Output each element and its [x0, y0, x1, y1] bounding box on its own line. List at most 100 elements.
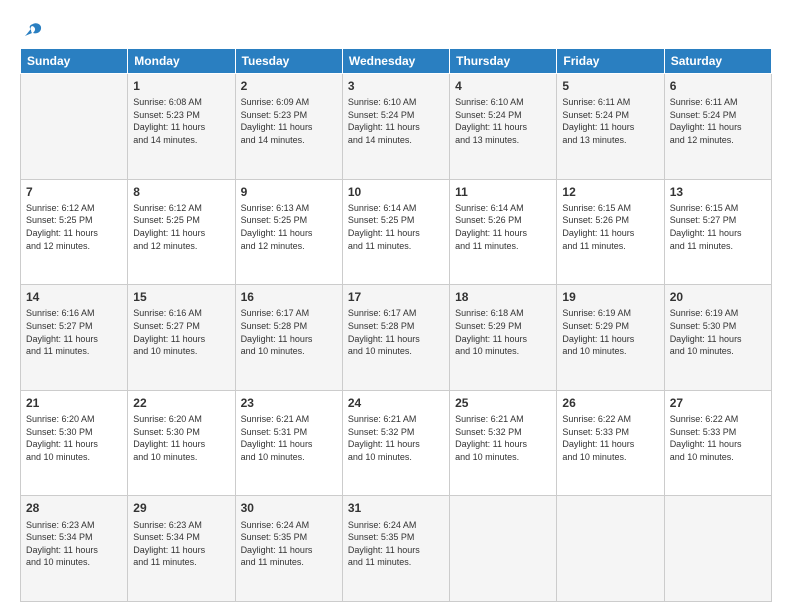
calendar-table: SundayMondayTuesdayWednesdayThursdayFrid… [20, 48, 772, 602]
day-info: Sunrise: 6:23 AMSunset: 5:34 PMDaylight:… [133, 519, 229, 569]
day-number: 17 [348, 289, 444, 305]
calendar-body: 1 Sunrise: 6:08 AMSunset: 5:23 PMDaylight… [21, 74, 772, 602]
day-header-sunday: Sunday [21, 49, 128, 74]
day-number: 20 [670, 289, 766, 305]
calendar-cell: 8Sunrise: 6:12 AMSunset: 5:25 PMDaylight… [128, 179, 235, 285]
day-number: 16 [241, 289, 337, 305]
day-info: Sunrise: 6:11 AMSunset: 5:24 PMDaylight:… [670, 96, 766, 146]
day-number: 6 [670, 78, 766, 94]
calendar-header-row: SundayMondayTuesdayWednesdayThursdayFrid… [21, 49, 772, 74]
day-info: Sunrise: 6:12 AMSunset: 5:25 PMDaylight:… [26, 202, 122, 252]
day-info: Sunrise: 6:24 AMSunset: 5:35 PMDaylight:… [241, 519, 337, 569]
day-info: Sunrise: 6:21 AMSunset: 5:32 PMDaylight:… [455, 413, 551, 463]
day-number: 2 [241, 78, 337, 94]
day-header-monday: Monday [128, 49, 235, 74]
day-number: 18 [455, 289, 551, 305]
day-info: Sunrise: 6:08 AMSunset: 5:23 PMDaylight:… [133, 96, 229, 146]
day-header-friday: Friday [557, 49, 664, 74]
calendar-cell [557, 496, 664, 602]
calendar-cell [664, 496, 771, 602]
calendar-week-row: 28 Sunrise: 6:23 AMSunset: 5:34 PMDayligh… [21, 496, 772, 602]
calendar-cell: 15 Sunrise: 6:16 AMSunset: 5:27 PMDayligh… [128, 285, 235, 391]
calendar-cell: 7 Sunrise: 6:12 AMSunset: 5:25 PMDaylight… [21, 179, 128, 285]
day-info: Sunrise: 6:13 AMSunset: 5:25 PMDaylight:… [241, 202, 337, 252]
day-number: 13 [670, 184, 766, 200]
day-info: Sunrise: 6:17 AMSunset: 5:28 PMDaylight:… [348, 307, 444, 357]
day-info: Sunrise: 6:12 AMSunset: 5:25 PMDaylight:… [133, 202, 229, 252]
calendar-cell: 22 Sunrise: 6:20 AMSunset: 5:30 PMDayligh… [128, 390, 235, 496]
day-number: 1 [133, 78, 229, 94]
day-number: 24 [348, 395, 444, 411]
day-header-saturday: Saturday [664, 49, 771, 74]
day-number: 3 [348, 78, 444, 94]
calendar-cell: 13 Sunrise: 6:15 AMSunset: 5:27 PMDayligh… [664, 179, 771, 285]
calendar-cell: 29Sunrise: 6:23 AMSunset: 5:34 PMDayligh… [128, 496, 235, 602]
day-info: Sunrise: 6:11 AMSunset: 5:24 PMDaylight:… [562, 96, 658, 146]
calendar-cell: 14 Sunrise: 6:16 AMSunset: 5:27 PMDayligh… [21, 285, 128, 391]
calendar-cell: 1 Sunrise: 6:08 AMSunset: 5:23 PMDaylight… [128, 74, 235, 180]
page: SundayMondayTuesdayWednesdayThursdayFrid… [0, 0, 792, 612]
day-number: 19 [562, 289, 658, 305]
calendar-cell: 3 Sunrise: 6:10 AMSunset: 5:24 PMDaylight… [342, 74, 449, 180]
day-number: 28 [26, 500, 122, 516]
logo-bird-icon [22, 20, 44, 42]
day-info: Sunrise: 6:19 AMSunset: 5:29 PMDaylight:… [562, 307, 658, 357]
calendar-cell: 27 Sunrise: 6:22 AMSunset: 5:33 PMDayligh… [664, 390, 771, 496]
day-number: 10 [348, 184, 444, 200]
calendar-week-row: 21 Sunrise: 6:20 AMSunset: 5:30 PMDayligh… [21, 390, 772, 496]
calendar-cell: 17 Sunrise: 6:17 AMSunset: 5:28 PMDayligh… [342, 285, 449, 391]
day-info: Sunrise: 6:14 AMSunset: 5:26 PMDaylight:… [455, 202, 551, 252]
calendar-cell: 26Sunrise: 6:22 AMSunset: 5:33 PMDayligh… [557, 390, 664, 496]
day-info: Sunrise: 6:21 AMSunset: 5:32 PMDaylight:… [348, 413, 444, 463]
day-info: Sunrise: 6:16 AMSunset: 5:27 PMDaylight:… [26, 307, 122, 357]
day-header-tuesday: Tuesday [235, 49, 342, 74]
day-info: Sunrise: 6:10 AMSunset: 5:24 PMDaylight:… [455, 96, 551, 146]
calendar-cell: 9Sunrise: 6:13 AMSunset: 5:25 PMDaylight… [235, 179, 342, 285]
calendar-cell: 16Sunrise: 6:17 AMSunset: 5:28 PMDayligh… [235, 285, 342, 391]
day-number: 21 [26, 395, 122, 411]
day-info: Sunrise: 6:09 AMSunset: 5:23 PMDaylight:… [241, 96, 337, 146]
day-number: 23 [241, 395, 337, 411]
day-number: 15 [133, 289, 229, 305]
calendar-cell: 28 Sunrise: 6:23 AMSunset: 5:34 PMDayligh… [21, 496, 128, 602]
day-number: 31 [348, 500, 444, 516]
day-number: 7 [26, 184, 122, 200]
day-info: Sunrise: 6:10 AMSunset: 5:24 PMDaylight:… [348, 96, 444, 146]
day-number: 25 [455, 395, 551, 411]
day-number: 5 [562, 78, 658, 94]
day-number: 14 [26, 289, 122, 305]
header [20, 20, 772, 38]
day-info: Sunrise: 6:15 AMSunset: 5:26 PMDaylight:… [562, 202, 658, 252]
calendar-cell [21, 74, 128, 180]
calendar-cell: 19 Sunrise: 6:19 AMSunset: 5:29 PMDayligh… [557, 285, 664, 391]
day-info: Sunrise: 6:22 AMSunset: 5:33 PMDaylight:… [670, 413, 766, 463]
calendar-cell: 20Sunrise: 6:19 AMSunset: 5:30 PMDayligh… [664, 285, 771, 391]
day-info: Sunrise: 6:22 AMSunset: 5:33 PMDaylight:… [562, 413, 658, 463]
calendar-cell: 30 Sunrise: 6:24 AMSunset: 5:35 PMDayligh… [235, 496, 342, 602]
day-info: Sunrise: 6:20 AMSunset: 5:30 PMDaylight:… [133, 413, 229, 463]
calendar-cell: 10Sunrise: 6:14 AMSunset: 5:25 PMDayligh… [342, 179, 449, 285]
calendar-cell: 2 Sunrise: 6:09 AMSunset: 5:23 PMDaylight… [235, 74, 342, 180]
calendar-cell [450, 496, 557, 602]
day-number: 27 [670, 395, 766, 411]
day-header-thursday: Thursday [450, 49, 557, 74]
day-info: Sunrise: 6:15 AMSunset: 5:27 PMDaylight:… [670, 202, 766, 252]
day-number: 11 [455, 184, 551, 200]
day-number: 22 [133, 395, 229, 411]
calendar-cell: 24 Sunrise: 6:21 AMSunset: 5:32 PMDayligh… [342, 390, 449, 496]
calendar-cell: 21 Sunrise: 6:20 AMSunset: 5:30 PMDayligh… [21, 390, 128, 496]
day-info: Sunrise: 6:20 AMSunset: 5:30 PMDaylight:… [26, 413, 122, 463]
calendar-cell: 6 Sunrise: 6:11 AMSunset: 5:24 PMDaylight… [664, 74, 771, 180]
day-number: 30 [241, 500, 337, 516]
calendar-week-row: 14 Sunrise: 6:16 AMSunset: 5:27 PMDayligh… [21, 285, 772, 391]
day-info: Sunrise: 6:23 AMSunset: 5:34 PMDaylight:… [26, 519, 122, 569]
day-header-wednesday: Wednesday [342, 49, 449, 74]
day-info: Sunrise: 6:24 AMSunset: 5:35 PMDaylight:… [348, 519, 444, 569]
calendar-cell: 31 Sunrise: 6:24 AMSunset: 5:35 PMDayligh… [342, 496, 449, 602]
calendar-week-row: 7 Sunrise: 6:12 AMSunset: 5:25 PMDaylight… [21, 179, 772, 285]
calendar-cell: 18Sunrise: 6:18 AMSunset: 5:29 PMDayligh… [450, 285, 557, 391]
calendar-cell: 5 Sunrise: 6:11 AMSunset: 5:24 PMDaylight… [557, 74, 664, 180]
day-info: Sunrise: 6:16 AMSunset: 5:27 PMDaylight:… [133, 307, 229, 357]
day-number: 12 [562, 184, 658, 200]
calendar-cell: 11 Sunrise: 6:14 AMSunset: 5:26 PMDayligh… [450, 179, 557, 285]
